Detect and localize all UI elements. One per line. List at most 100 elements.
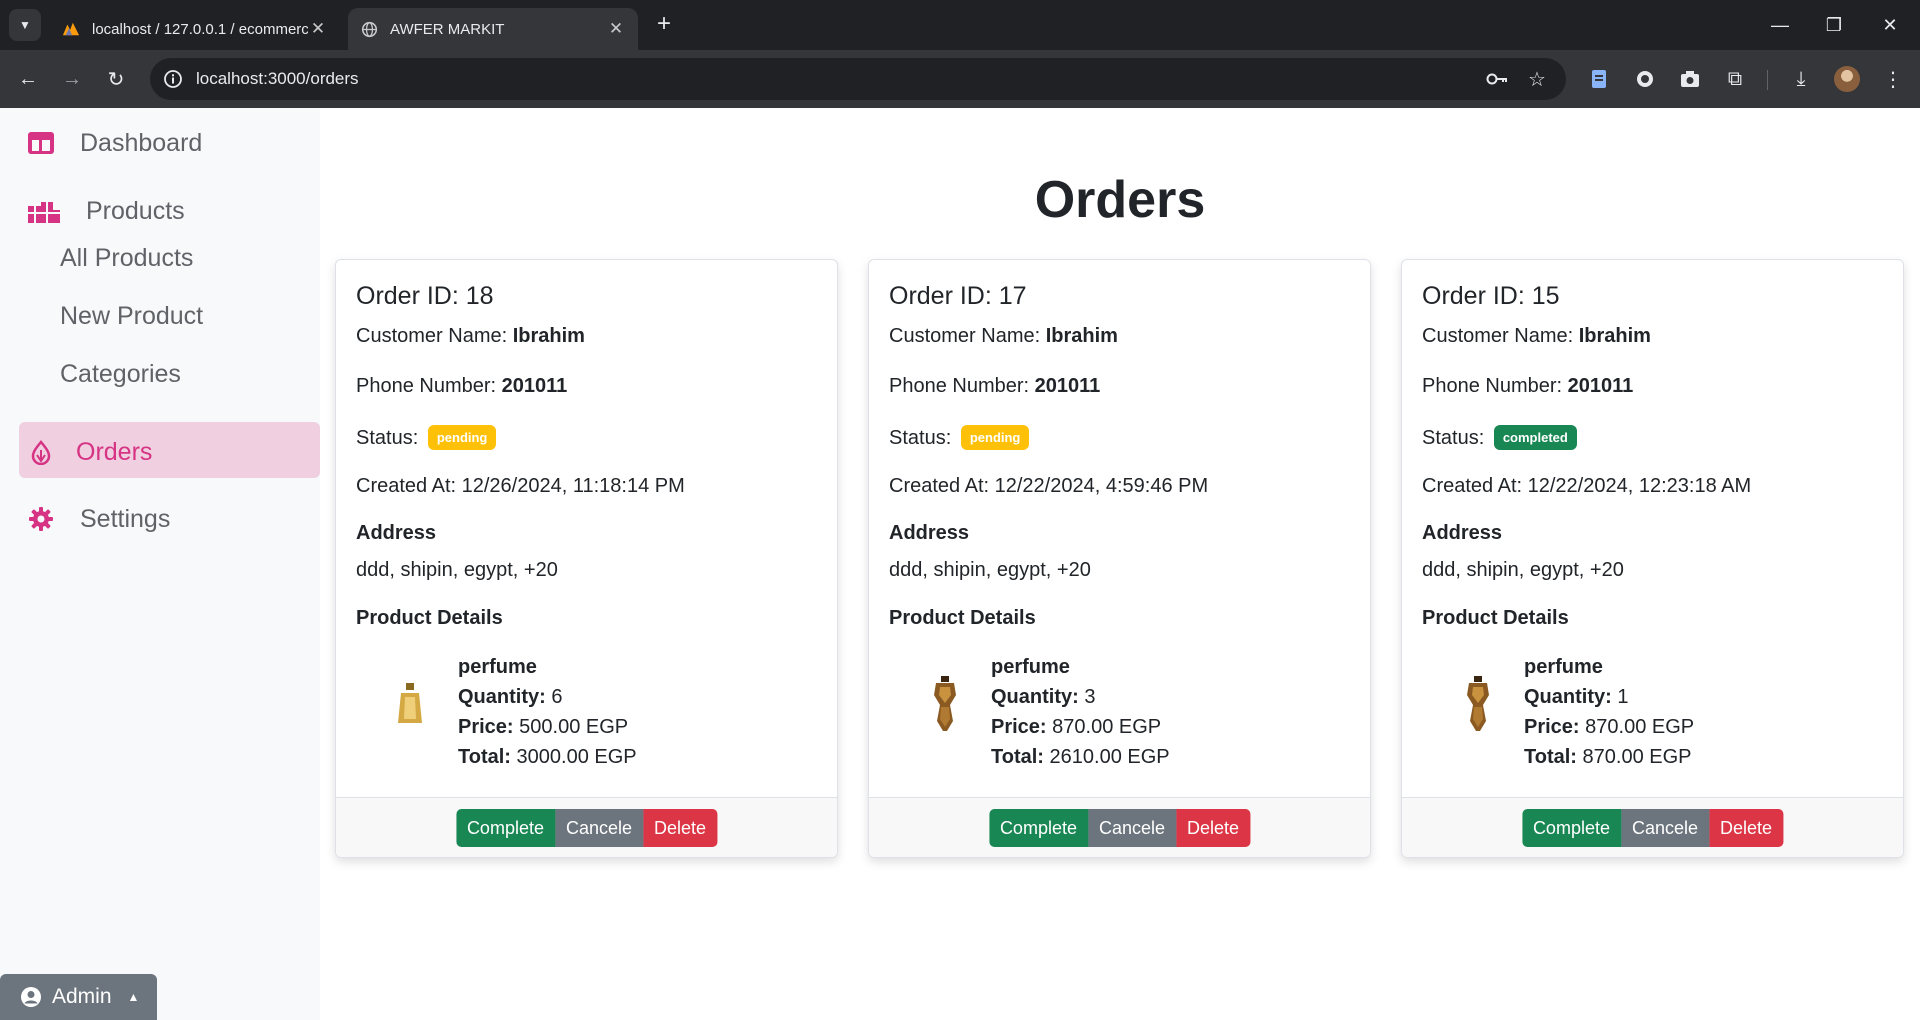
tab-search-chevron-icon[interactable]: ▼ xyxy=(9,9,41,41)
customer-name-line: Customer Name: Ibrahim xyxy=(356,325,585,347)
delete-button[interactable]: Delete xyxy=(1709,809,1784,847)
gifts-icon xyxy=(26,196,62,226)
password-key-icon[interactable] xyxy=(1486,68,1508,90)
profile-avatar[interactable] xyxy=(1834,66,1860,92)
status-line: Status: pending xyxy=(889,425,1030,450)
sidebar-subitem-categories[interactable]: Categories xyxy=(60,360,181,389)
product-price: 870.00 EGP xyxy=(1052,716,1162,738)
restore-icon[interactable]: ❐ xyxy=(1806,0,1862,50)
complete-button[interactable]: Complete xyxy=(988,809,1088,847)
gear-icon xyxy=(26,504,56,534)
product-name: perfume xyxy=(458,656,537,678)
product-image xyxy=(396,675,432,735)
product-quantity: 6 xyxy=(551,686,563,708)
sidebar-item-settings[interactable]: Settings xyxy=(26,504,170,534)
product-price: 500.00 EGP xyxy=(519,716,629,738)
address-value: ddd, shipin, egypt, +20 xyxy=(356,559,558,581)
close-tab-icon[interactable]: ✕ xyxy=(308,19,328,39)
order-id: Order ID: 17 xyxy=(889,282,1027,310)
bookmark-star-icon[interactable]: ☆ xyxy=(1526,68,1548,91)
product-price: 870.00 EGP xyxy=(1585,716,1695,738)
status-badge: pending xyxy=(960,425,1030,450)
tab-title: localhost / 127.0.0.1 / ecommerce xyxy=(92,20,308,38)
dashboard-icon xyxy=(26,128,56,158)
tab-phpmyadmin[interactable]: localhost / 127.0.0.1 / ecommerce ✕ xyxy=(50,8,340,50)
address-value: ddd, shipin, egypt, +20 xyxy=(889,559,1091,581)
customer-name-value: Ibrahim xyxy=(1045,325,1118,347)
phone-number-value: 201011 xyxy=(501,375,568,397)
site-info-icon[interactable] xyxy=(162,68,184,90)
browser-toolbar: ← → ↻ localhost:3000/orders ☆ ⧉ ⤓ ⋮ xyxy=(0,50,1920,108)
customer-name-value: Ibrahim xyxy=(512,325,585,347)
toolbar-divider xyxy=(1767,70,1768,90)
admin-dropdown-button[interactable]: Admin ▲ xyxy=(0,974,157,1020)
card-footer: Complete Cancele Delete xyxy=(869,797,1370,857)
product-image xyxy=(1462,675,1498,735)
minimize-icon[interactable]: — xyxy=(1752,0,1808,50)
close-window-icon[interactable]: ✕ xyxy=(1862,0,1918,50)
orders-icon xyxy=(26,437,56,467)
complete-button[interactable]: Complete xyxy=(1521,809,1621,847)
delete-button[interactable]: Delete xyxy=(643,809,718,847)
status-badge: pending xyxy=(427,425,497,450)
customer-name-line: Customer Name: Ibrahim xyxy=(889,325,1118,347)
new-tab-icon[interactable]: + xyxy=(650,10,678,38)
complete-button[interactable]: Complete xyxy=(455,809,555,847)
product-name: perfume xyxy=(1524,656,1603,678)
customer-name-line: Customer Name: Ibrahim xyxy=(1422,325,1651,347)
phone-number-line: Phone Number: 201011 xyxy=(1422,375,1634,397)
product-total: 2610.00 EGP xyxy=(1049,746,1170,768)
sidebar-item-products[interactable]: Products xyxy=(26,196,185,226)
sidebar-item-orders[interactable]: Orders xyxy=(26,437,152,467)
card-footer: Complete Cancele Delete xyxy=(1402,797,1903,857)
back-arrow-icon[interactable]: ← xyxy=(12,63,44,95)
phone-number-line: Phone Number: 201011 xyxy=(356,375,568,397)
address-heading: Address xyxy=(356,522,437,544)
sidebar-subitem-all-products[interactable]: All Products xyxy=(60,244,193,273)
extensions-puzzle-icon[interactable]: ⧉ xyxy=(1722,66,1748,92)
order-card: Order ID: 18 Customer Name: Ibrahim Phon… xyxy=(335,259,838,858)
user-circle-icon xyxy=(20,986,42,1008)
product-image xyxy=(929,675,965,735)
page-title: Orders xyxy=(1034,171,1206,229)
sidebar-subitem-new-product[interactable]: New Product xyxy=(60,302,203,331)
reload-icon[interactable]: ↻ xyxy=(100,63,132,95)
status-line: Status: pending xyxy=(356,425,497,450)
created-at-value: 12/26/2024, 11:18:14 PM xyxy=(461,475,685,497)
order-actions: Complete Cancele Delete xyxy=(455,809,718,847)
close-tab-icon[interactable]: ✕ xyxy=(606,19,626,39)
sidebar-item-label: Settings xyxy=(80,504,171,533)
customer-name-value: Ibrahim xyxy=(1578,325,1651,347)
sidebar-item-dashboard[interactable]: Dashboard xyxy=(26,128,202,158)
created-at-line: Created At: 12/26/2024, 11:18:14 PM xyxy=(356,475,685,497)
created-at-line: Created At: 12/22/2024, 12:23:18 AM xyxy=(1422,475,1752,497)
address-value: ddd, shipin, egypt, +20 xyxy=(1422,559,1624,581)
order-card: Order ID: 15 Customer Name: Ibrahim Phon… xyxy=(1401,259,1904,858)
admin-label: Admin xyxy=(52,985,112,1008)
forward-arrow-icon[interactable]: → xyxy=(56,63,88,95)
more-menu-icon[interactable]: ⋮ xyxy=(1880,66,1906,92)
cancel-button[interactable]: Cancele xyxy=(1087,809,1177,847)
cancel-button[interactable]: Cancele xyxy=(554,809,644,847)
address-heading: Address xyxy=(1422,522,1503,544)
extension-docs-icon[interactable] xyxy=(1586,66,1612,92)
order-id: Order ID: 18 xyxy=(356,282,494,310)
tab-title: AWFER MARKIT xyxy=(390,20,505,38)
product-quantity: 1 xyxy=(1617,686,1629,708)
extension-camera-icon[interactable] xyxy=(1677,66,1703,92)
address-bar[interactable]: localhost:3000/orders ☆ xyxy=(150,58,1566,100)
extension-circle-icon[interactable] xyxy=(1632,66,1658,92)
download-icon[interactable]: ⤓ xyxy=(1788,66,1814,92)
url-text[interactable]: localhost:3000/orders xyxy=(196,69,359,89)
tab-awfer-markit[interactable]: AWFER MARKIT ✕ xyxy=(348,8,638,50)
sidebar-item-label: Orders xyxy=(76,437,153,466)
cancel-button[interactable]: Cancele xyxy=(1620,809,1710,847)
product-info: perfume Quantity: 1 Price: 870.00 EGP To… xyxy=(1524,656,1695,768)
browser-tab-bar: ▼ localhost / 127.0.0.1 / ecommerce ✕ AW… xyxy=(0,0,1920,50)
created-at-value: 12/22/2024, 12:23:18 AM xyxy=(1527,475,1752,497)
caret-up-icon: ▲ xyxy=(127,990,140,1004)
phone-number-value: 201011 xyxy=(1034,375,1101,397)
created-at-line: Created At: 12/22/2024, 4:59:46 PM xyxy=(889,475,1209,497)
order-card: Order ID: 17 Customer Name: Ibrahim Phon… xyxy=(868,259,1371,858)
delete-button[interactable]: Delete xyxy=(1176,809,1251,847)
